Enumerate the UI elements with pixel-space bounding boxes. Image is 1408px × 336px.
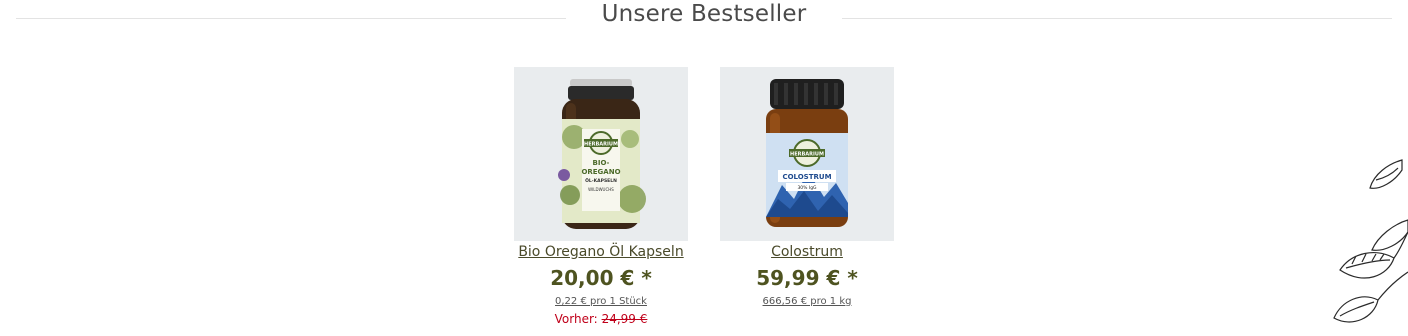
product-price: 20,00 € *	[550, 266, 652, 290]
product-card: HERBARIUM BIO- OREGANO ÖL-KAPSELN WILDWU…	[514, 67, 688, 326]
leaf-illustration	[1333, 159, 1408, 323]
product-price: 59,99 € *	[756, 266, 858, 290]
section-title: Unsere Bestseller	[601, 1, 807, 27]
old-price: Vorher: 24,99 €	[514, 312, 688, 326]
product-card: HERBARIUM COLOSTRUM 30% IgG Colostrum 59…	[720, 67, 894, 307]
label-brand: HERBARIUM	[584, 142, 618, 148]
product-name-link[interactable]: Colostrum	[700, 244, 914, 260]
label-line: BIO-	[593, 159, 610, 167]
label-brand: HERBARIUM	[790, 152, 824, 158]
product-name-link[interactable]: Bio Oregano Öl Kapseln	[494, 244, 708, 260]
label-line: 30% IgG	[797, 185, 817, 191]
old-price-value: 24,99 €	[601, 312, 648, 326]
label-line: OREGANO	[581, 168, 620, 176]
bestseller-header: Unsere Bestseller	[16, 0, 1392, 32]
product-image: HERBARIUM BIO- OREGANO ÖL-KAPSELN WILDWU…	[558, 79, 646, 229]
product-image-link[interactable]: HERBARIUM COLOSTRUM 30% IgG	[720, 67, 894, 241]
label-line: WILDWUCHS	[588, 187, 614, 192]
unit-price: 666,56 € pro 1 kg	[762, 296, 852, 307]
label-line: ÖL-KAPSELN	[585, 177, 617, 184]
product-image: HERBARIUM COLOSTRUM 30% IgG	[766, 79, 848, 227]
product-image-link[interactable]: HERBARIUM BIO- OREGANO ÖL-KAPSELN WILDWU…	[514, 67, 688, 241]
label-line: COLOSTRUM	[782, 173, 831, 181]
unit-price: 0,22 € pro 1 Stück	[555, 296, 647, 307]
old-price-label: Vorher:	[554, 312, 598, 326]
